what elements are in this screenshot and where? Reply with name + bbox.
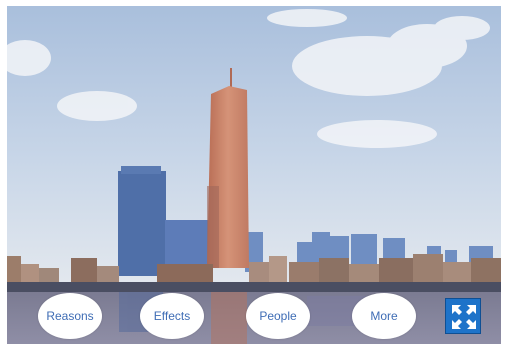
fullscreen-button[interactable] [445,298,481,334]
skyline-painting [7,6,501,344]
more-button[interactable]: More [352,293,416,339]
effects-button[interactable]: Effects [140,293,204,339]
presentation-frame: Reasons Effects People More [7,6,501,344]
riverbank [7,282,501,292]
people-button[interactable]: People [246,293,310,339]
expand-arrows-icon [452,305,476,329]
reasons-button[interactable]: Reasons [38,293,102,339]
main-tower [207,68,249,268]
